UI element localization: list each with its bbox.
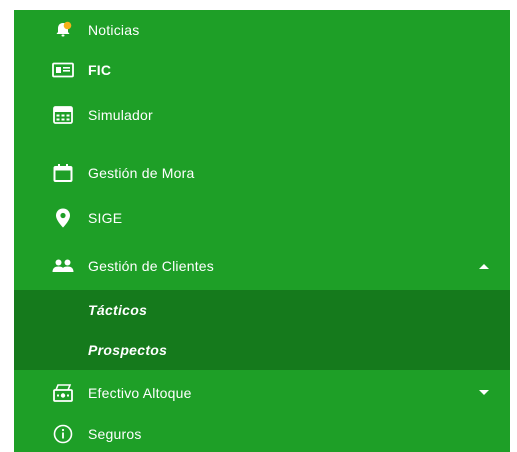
menu-item-label: Seguros	[88, 426, 142, 442]
menu-item-label: SIGE	[88, 210, 123, 226]
location-pin-icon	[52, 207, 74, 229]
submenu-gestion-de-clientes: Tácticos Prospectos	[14, 290, 510, 370]
menu-item-fic[interactable]: FIC	[14, 50, 510, 90]
cash-register-icon	[52, 382, 74, 404]
menu-item-label: FIC	[88, 62, 112, 78]
menu-item-gestion-de-clientes[interactable]: Gestión de Clientes	[14, 242, 510, 290]
menu-item-sige[interactable]: SIGE	[14, 196, 510, 240]
menu-item-label: Gestión de Mora	[88, 165, 195, 181]
navigation-drawer: Noticias FIC Simulador Gestión de Mora S…	[14, 10, 510, 452]
menu-item-efectivo-altoque[interactable]: Efectivo Altoque	[14, 370, 510, 416]
calculator-icon	[52, 104, 74, 126]
submenu-item-tacticos[interactable]: Tácticos	[14, 290, 510, 330]
menu-item-seguros[interactable]: Seguros	[14, 416, 510, 452]
info-icon	[52, 423, 74, 445]
menu-item-gestion-de-mora[interactable]: Gestión de Mora	[14, 150, 510, 196]
menu-item-label: Efectivo Altoque	[88, 385, 192, 401]
chevron-up-icon[interactable]	[476, 258, 492, 274]
menu-item-simulador[interactable]: Simulador	[14, 90, 510, 140]
menu-item-label: Noticias	[88, 22, 140, 38]
calendar-icon	[52, 162, 74, 184]
menu-item-label: Simulador	[88, 107, 153, 123]
submenu-item-prospectos[interactable]: Prospectos	[14, 330, 510, 370]
submenu-item-label: Tácticos	[88, 302, 148, 318]
submenu-item-label: Prospectos	[88, 342, 168, 358]
menu-item-label: Gestión de Clientes	[88, 258, 214, 274]
id-card-icon	[52, 59, 74, 81]
chevron-down-icon[interactable]	[476, 385, 492, 401]
people-icon	[52, 255, 74, 277]
notification-bell-icon	[52, 19, 74, 41]
menu-item-noticias[interactable]: Noticias	[14, 10, 510, 50]
